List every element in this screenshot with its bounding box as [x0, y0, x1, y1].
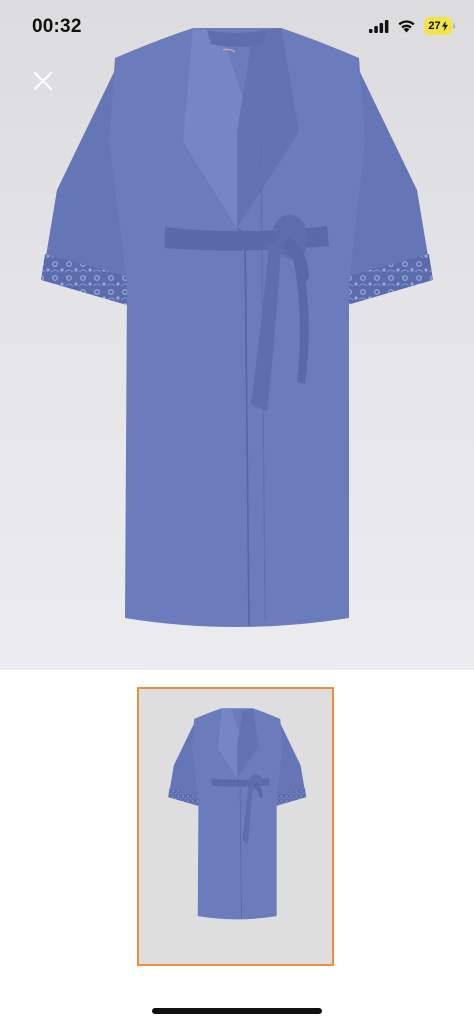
thumbnail-selected[interactable] — [137, 687, 334, 966]
thumbnail-strip — [0, 670, 474, 970]
thumbnail-image-robe — [149, 689, 322, 964]
product-image-robe — [41, 28, 433, 627]
charging-bolt-icon — [441, 21, 448, 31]
product-image-viewer[interactable]: 00:32 27 — [0, 0, 474, 670]
home-indicator[interactable] — [152, 1008, 322, 1014]
